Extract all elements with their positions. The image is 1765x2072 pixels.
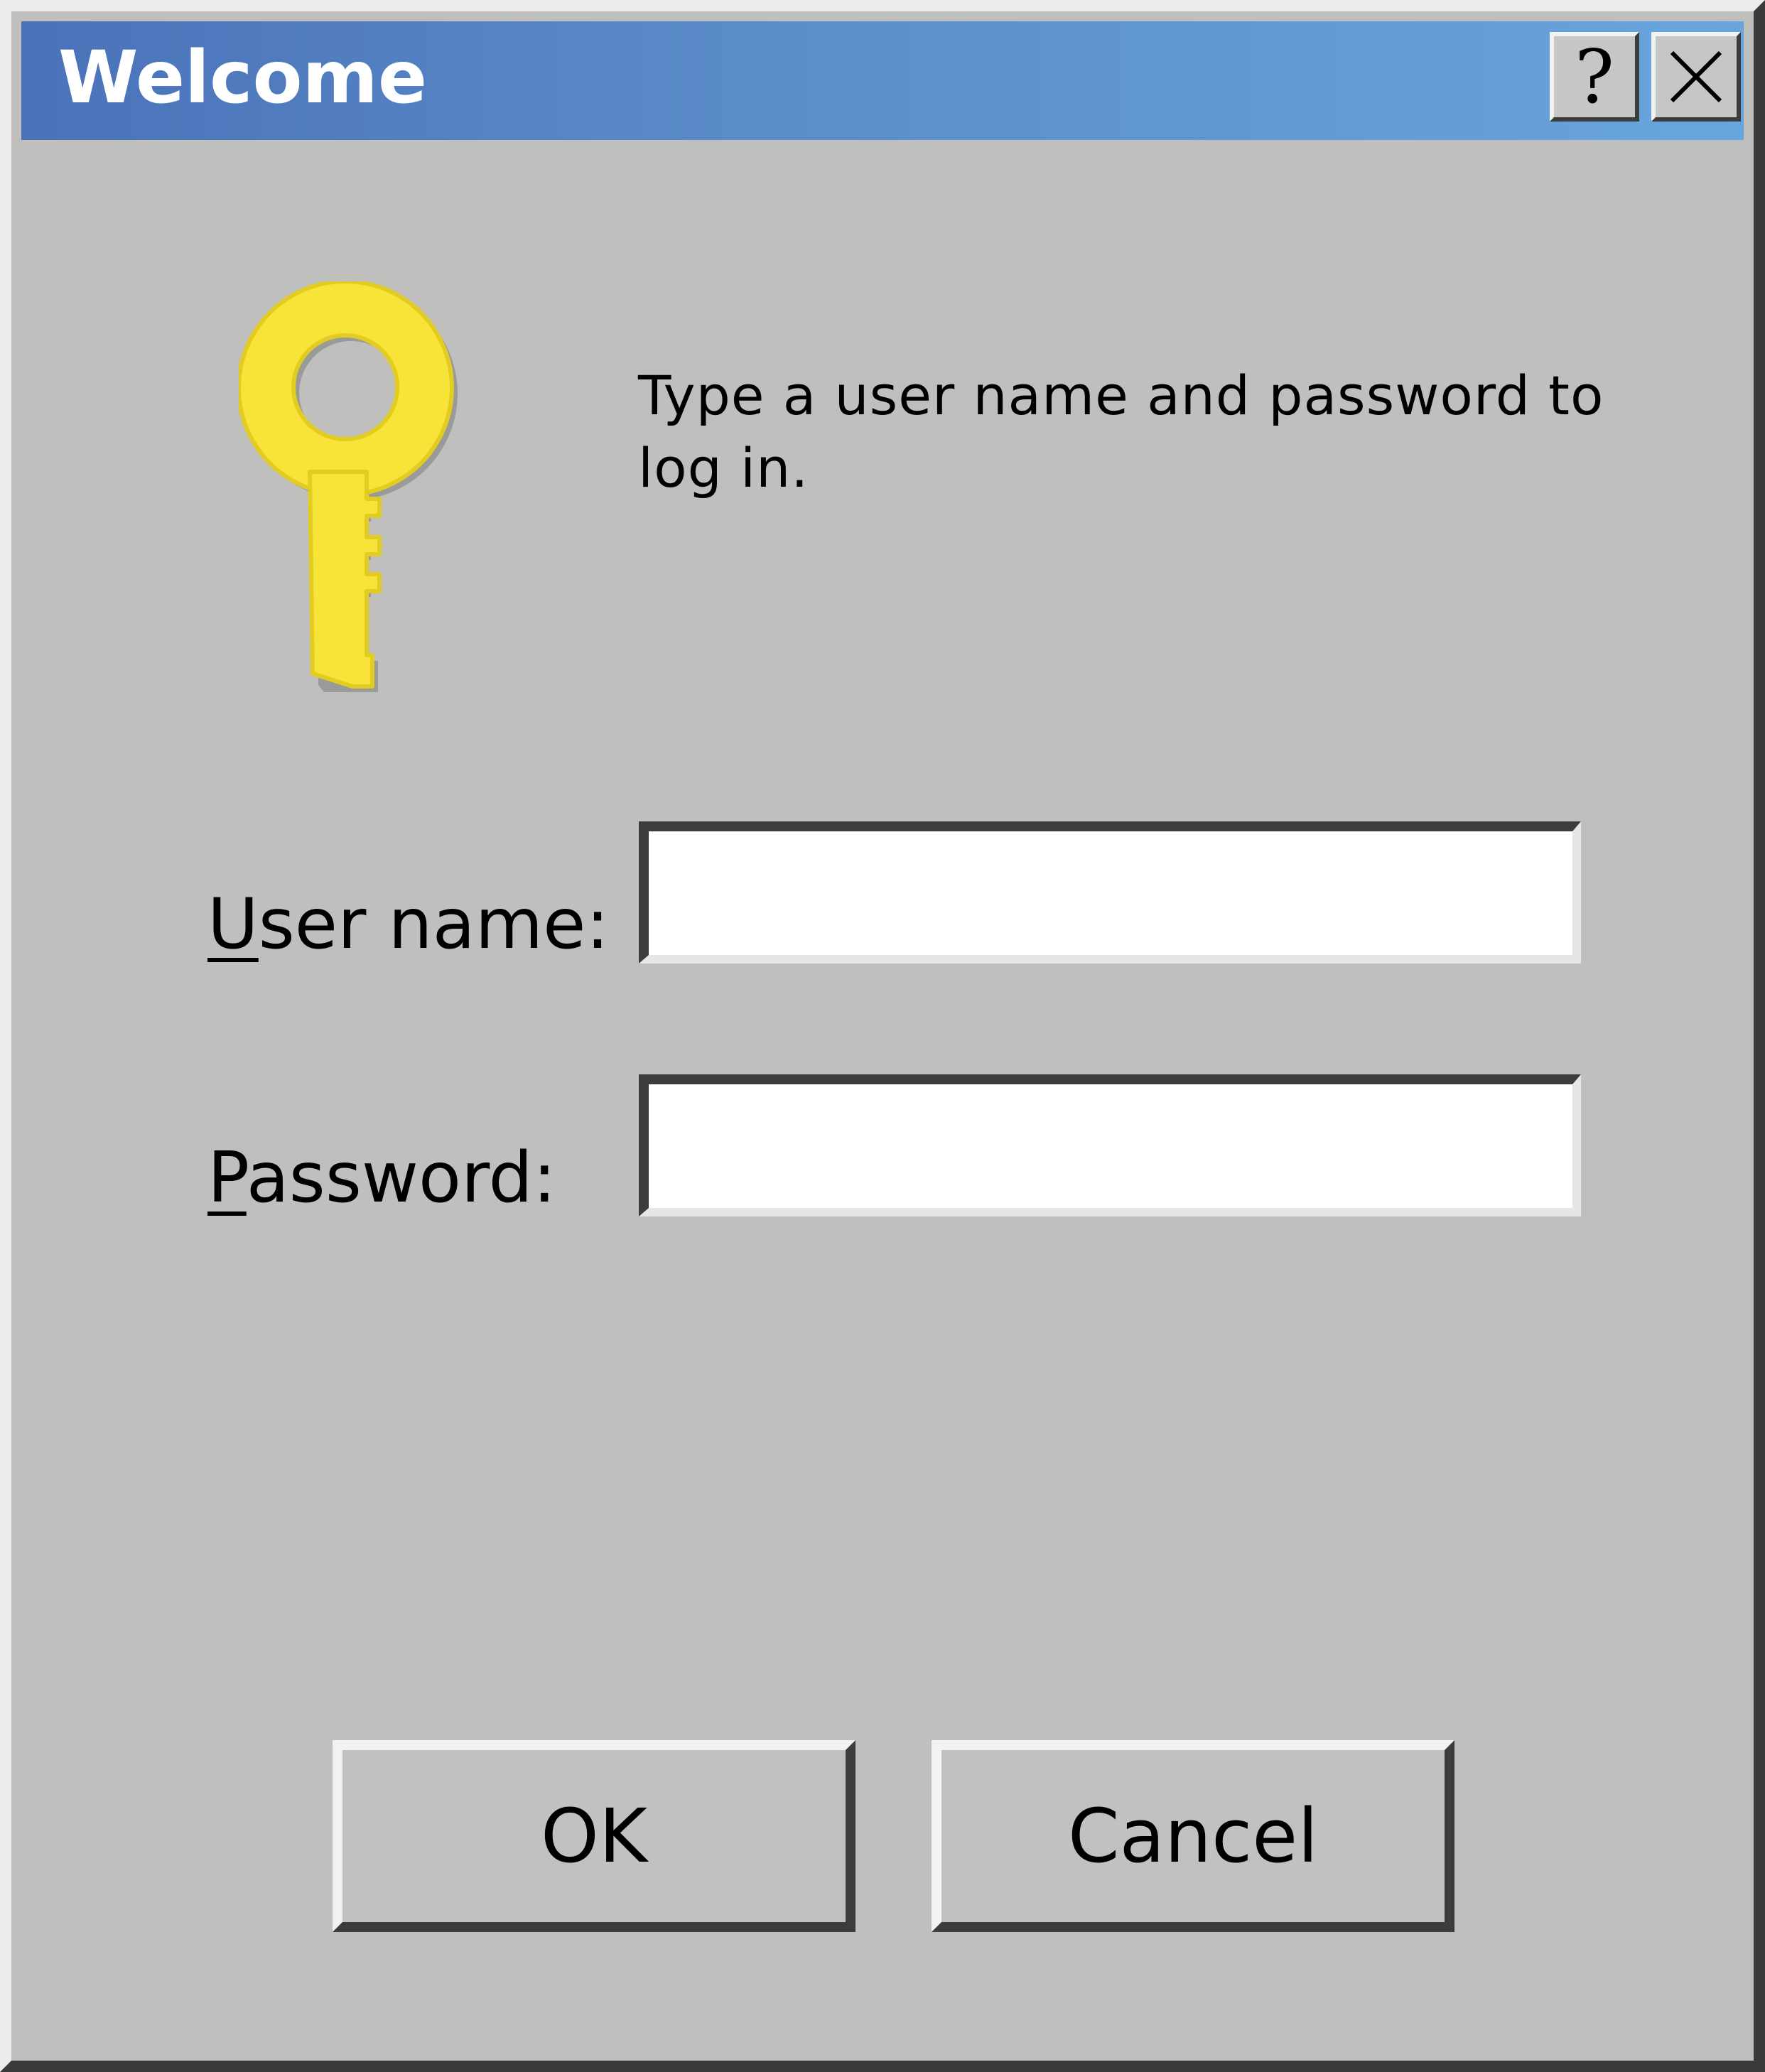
password-label-accelerator: P (207, 1138, 247, 1219)
title-bar[interactable]: Welcome ? (21, 21, 1744, 140)
close-icon (1670, 50, 1722, 103)
key-icon (239, 281, 458, 692)
username-label-accelerator: U (207, 884, 259, 965)
username-label-text: ser name: (258, 884, 610, 965)
instructions-text: Type a user name and password to log in. (638, 364, 1604, 500)
username-label: User name: (207, 882, 609, 967)
close-button[interactable] (1651, 32, 1741, 122)
login-dialog: Welcome ? Type a user name and password … (0, 0, 1765, 2072)
help-button[interactable]: ? (1550, 32, 1639, 122)
cancel-button[interactable]: Cancel (932, 1740, 1454, 1932)
password-label: Password: (207, 1135, 556, 1221)
password-label-text: assword: (246, 1138, 556, 1219)
window-title: Welcome (58, 36, 428, 120)
password-input[interactable] (639, 1074, 1581, 1216)
ok-button[interactable]: OK (333, 1740, 855, 1932)
username-input[interactable] (639, 821, 1581, 964)
